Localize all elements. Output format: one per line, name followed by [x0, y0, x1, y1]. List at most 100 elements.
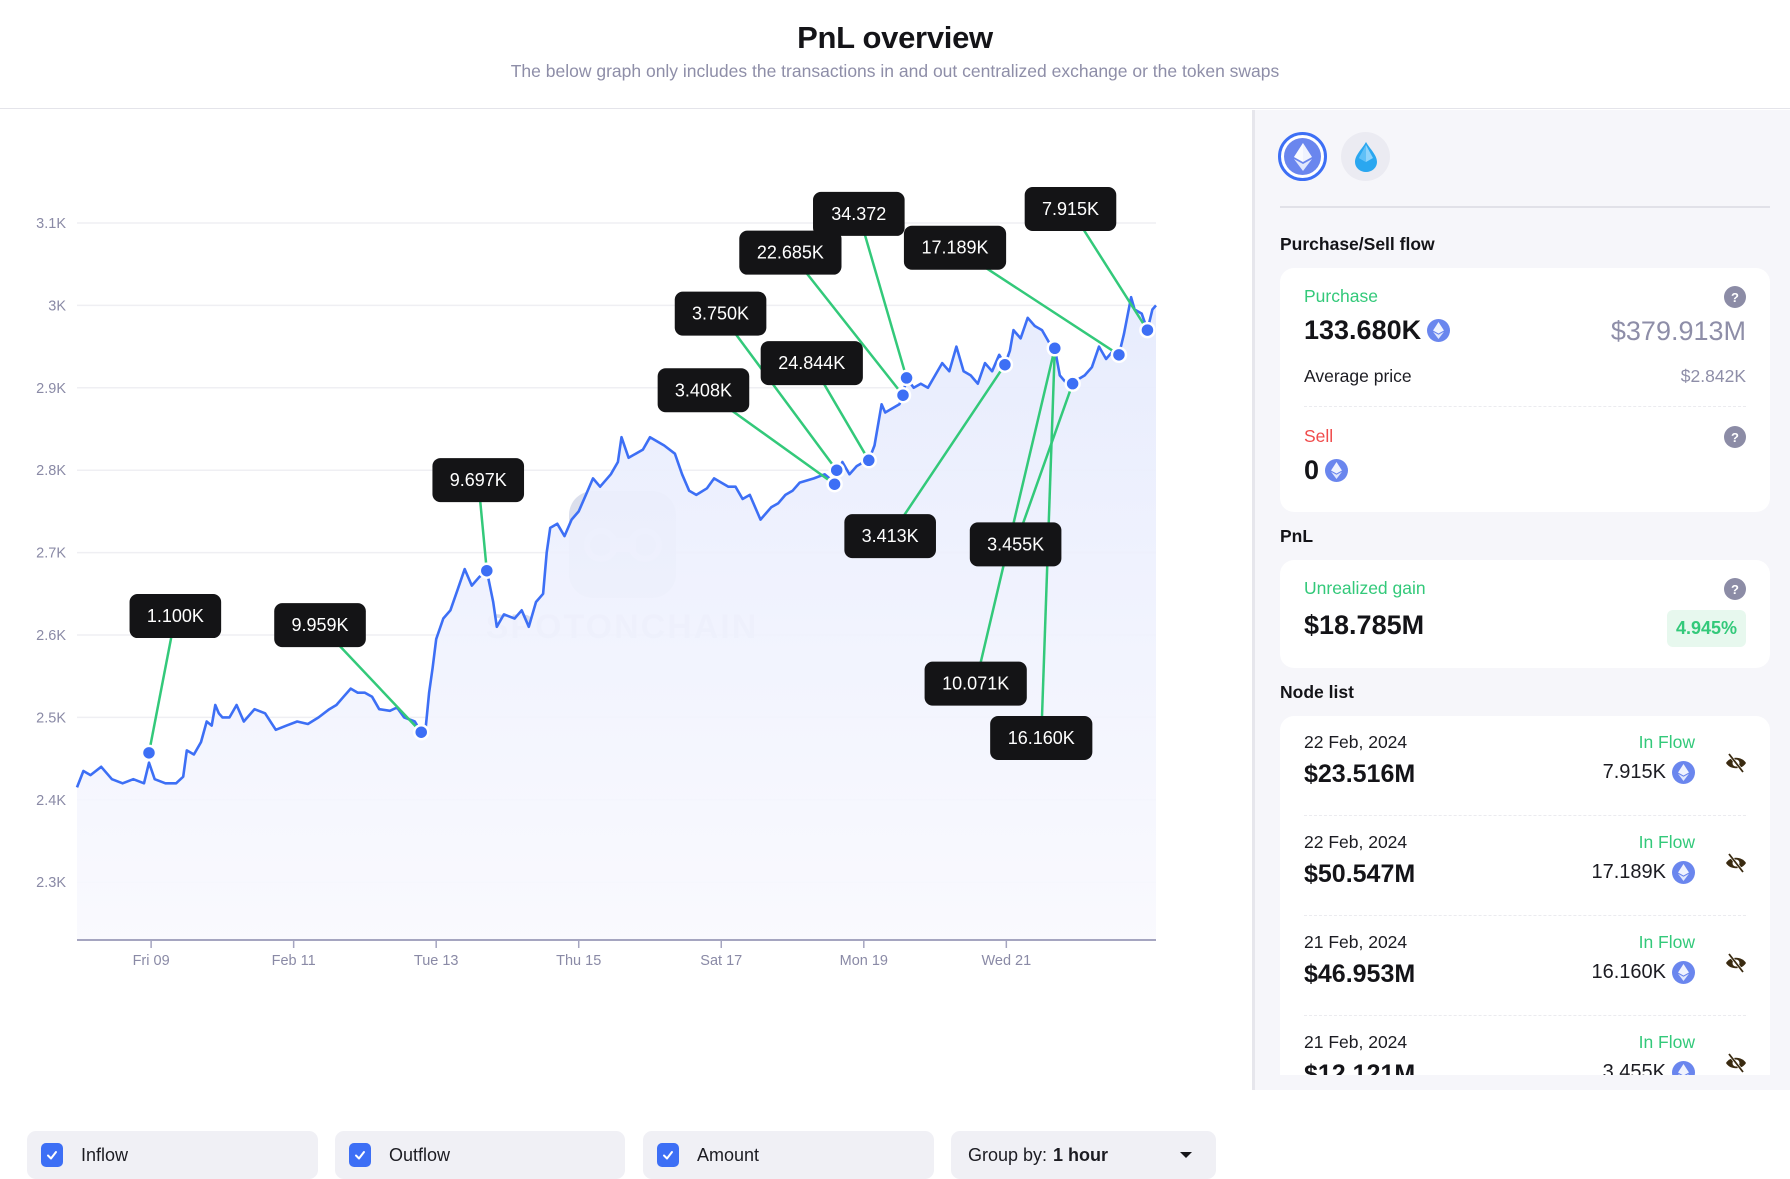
callout-label: 3.455K: [987, 534, 1044, 554]
node-amount-text: 7.915K: [1602, 761, 1666, 783]
amount-label: Amount: [697, 1144, 760, 1165]
outflow-checkbox[interactable]: [349, 1143, 371, 1167]
callout-label: 17.189K: [921, 238, 988, 258]
node-point[interactable]: [412, 723, 430, 741]
node-point[interactable]: [140, 744, 158, 762]
outflow-label: Outflow: [389, 1144, 451, 1165]
node-point[interactable]: [1110, 346, 1128, 364]
eth-icon: [1672, 1061, 1695, 1076]
annotation-callout[interactable]: 34.372: [813, 191, 905, 236]
price-chart[interactable]: 3.1K3K2.9K2.8K2.7K2.6K2.5K2.4K2.3K SPOTO…: [0, 110, 1252, 1010]
node-point[interactable]: [894, 386, 912, 404]
page-header: PnL overview The below graph only includ…: [0, 0, 1790, 109]
sidebar: Purchase/Sell flow Purchase ? 133.680K $…: [1252, 110, 1790, 1090]
price-area-fill: [77, 297, 1156, 940]
annotation-callout[interactable]: 16.160K: [990, 716, 1093, 760]
y-axis: 3.1K 3K 2.9K 2.8K 2.7K 2.6K 2.5K 2.4K 2.3K: [36, 216, 66, 891]
node-usd-value: $46.953M: [1304, 960, 1416, 988]
annotation-callout[interactable]: 9.697K: [432, 458, 525, 503]
node-list-item[interactable]: 21 Feb, 2024 $46.953M In Flow 16.160K: [1280, 916, 1770, 1016]
callout-label: 24.844K: [778, 353, 845, 373]
token-lst-button[interactable]: [1341, 132, 1390, 181]
annotation-callout[interactable]: 24.844K: [760, 341, 863, 386]
node-point[interactable]: [828, 461, 845, 479]
node-usd-value: $23.516M: [1304, 760, 1416, 788]
group-by-prefix: Group by:: [968, 1144, 1048, 1165]
eye-off-icon[interactable]: [1724, 952, 1748, 974]
node-point[interactable]: [1139, 321, 1156, 339]
node-point[interactable]: [898, 369, 915, 387]
token-selector: [1278, 132, 1390, 181]
y-tick-label: 2.5K: [36, 710, 66, 726]
x-tick-label: Fri 09: [133, 953, 170, 969]
amount-toggle[interactable]: Amount: [643, 1131, 934, 1179]
node-usd-value: $50.547M: [1304, 860, 1416, 888]
eye-off-icon[interactable]: [1724, 1052, 1748, 1074]
node-list-item[interactable]: 22 Feb, 2024 $50.547M In Flow 17.189K: [1280, 816, 1770, 916]
pnl-card: Unrealized gain ? $18.785M 4.945%: [1280, 560, 1770, 668]
eye-off-icon[interactable]: [1724, 752, 1748, 774]
node-amount-text: 16.160K: [1591, 961, 1666, 983]
y-tick-label: 2.6K: [36, 628, 66, 644]
x-tick-label: Tue 13: [414, 953, 459, 969]
node-list-card: 22 Feb, 2024 $23.516M In Flow 7.915K 22 Feb,…: [1280, 716, 1770, 1076]
annotation-callout[interactable]: 1.100K: [129, 594, 222, 639]
pnl-help-icon[interactable]: ?: [1724, 578, 1746, 600]
inflow-toggle[interactable]: Inflow: [27, 1131, 318, 1179]
inflow-checkbox[interactable]: [41, 1143, 63, 1167]
callout-label: 10.071K: [942, 674, 1009, 694]
node-point[interactable]: [1064, 375, 1081, 392]
annotation-callout[interactable]: 3.750K: [674, 291, 767, 336]
ethereum-icon: [1293, 142, 1312, 171]
token-eth-button[interactable]: [1278, 132, 1327, 181]
annotation-callout[interactable]: 22.685K: [739, 230, 842, 275]
y-tick-label: 2.7K: [36, 546, 66, 562]
eth-icon: [1672, 961, 1695, 984]
node-list-item[interactable]: 21 Feb, 2024 $12.121M In Flow 3.455K: [1280, 1016, 1770, 1076]
annotation-callout[interactable]: 7.915K: [1024, 186, 1117, 231]
x-tick-label: Feb 11: [272, 953, 316, 969]
node-list-title: Node list: [1280, 682, 1354, 702]
callout-label: 9.959K: [291, 615, 348, 635]
y-tick-label: 2.8K: [36, 463, 66, 479]
annotation-callout[interactable]: 9.959K: [274, 603, 366, 648]
purchase-sell-title: Purchase/Sell flow: [1280, 234, 1435, 254]
page-subtitle: The below graph only includes the transa…: [510, 61, 1280, 81]
outflow-toggle[interactable]: Outflow: [335, 1131, 625, 1179]
y-tick-label: 2.9K: [36, 381, 66, 397]
annotation-callout[interactable]: 17.189K: [903, 225, 1007, 270]
check-icon: [47, 1151, 57, 1160]
purchase-usd: $379.913M: [1610, 316, 1746, 346]
x-tick-label: Sat 17: [700, 953, 742, 969]
eth-icon: [1427, 319, 1451, 342]
y-tick-label: 2.4K: [36, 793, 66, 809]
annotation-callout[interactable]: 3.413K: [844, 514, 936, 559]
purchase-help-icon[interactable]: ?: [1724, 286, 1746, 308]
chart-panel: 3.1K3K2.9K2.8K2.7K2.6K2.5K2.4K2.3K SPOTO…: [0, 110, 1252, 1179]
annotation-callout[interactable]: 10.071K: [924, 661, 1027, 706]
check-icon: [663, 1151, 673, 1160]
amount-checkbox[interactable]: [657, 1143, 679, 1167]
node-amount-text: 3.455K: [1602, 1061, 1666, 1076]
annotation-callout[interactable]: 3.455K: [969, 522, 1062, 567]
pnl-title: PnL: [1280, 526, 1314, 546]
x-tick-label: Thu 15: [556, 953, 601, 969]
y-tick-label: 2.3K: [36, 875, 66, 891]
node-point[interactable]: [478, 562, 496, 579]
node-point[interactable]: [860, 452, 878, 469]
annotation-callout[interactable]: 3.408K: [657, 368, 750, 413]
group-by-select[interactable]: Group by: 1 hour: [951, 1131, 1216, 1179]
callout-label: 7.915K: [1042, 199, 1099, 219]
eye-off-icon[interactable]: [1724, 852, 1748, 874]
purchase-label: Purchase: [1304, 286, 1378, 306]
sell-help-icon[interactable]: ?: [1724, 426, 1746, 448]
page-title: PnL overview: [797, 20, 993, 55]
x-tick-label: Wed 21: [981, 953, 1031, 969]
node-point[interactable]: [1046, 339, 1064, 357]
node-flow-type: In Flow: [1638, 932, 1695, 952]
callout-label: 34.372: [831, 204, 886, 224]
node-point[interactable]: [996, 356, 1014, 373]
node-point[interactable]: [826, 475, 843, 493]
inflow-label: Inflow: [81, 1144, 129, 1165]
node-list-item[interactable]: 22 Feb, 2024 $23.516M In Flow 7.915K: [1280, 716, 1770, 816]
